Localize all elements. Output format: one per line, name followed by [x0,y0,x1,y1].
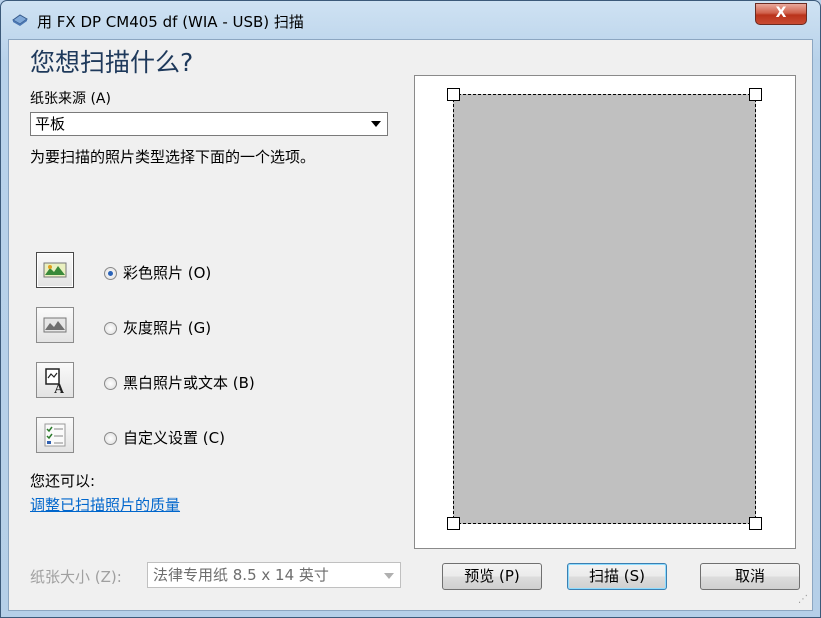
scanner-icon [12,14,28,26]
paper-size-value: 法律专用纸 8.5 x 14 英寸 [153,566,329,584]
crop-handle-bottom-left[interactable] [447,517,460,530]
scan-dialog: 用 FX DP CM405 df (WIA - USB) 扫描 X 您想扫描什么… [0,0,821,618]
color-photo-radio[interactable] [104,267,117,280]
window-title: 用 FX DP CM405 df (WIA - USB) 扫描 [37,13,304,31]
page-title: 您想扫描什么? [30,48,194,77]
scan-button[interactable]: 扫描 (S) [567,563,667,590]
bw-text-label[interactable]: 黑白照片或文本 (B) [123,372,255,393]
title-bar[interactable]: 用 FX DP CM405 df (WIA - USB) 扫描 X [1,1,820,39]
svg-text:A: A [54,382,65,397]
paper-source-dropdown[interactable]: 平板 [30,112,388,136]
resize-grip-icon[interactable]: ⋰ [798,594,808,605]
grayscale-photo-radio[interactable] [104,322,117,335]
grayscale-photo-label[interactable]: 灰度照片 (G) [123,317,211,338]
chevron-down-icon [384,573,394,579]
custom-settings-icon[interactable] [36,417,74,453]
paper-size-label: 纸张大小 (Z): [30,568,122,586]
instruction-text: 为要扫描的照片类型选择下面的一个选项。 [30,148,316,166]
color-photo-icon[interactable] [36,252,74,288]
custom-settings-label[interactable]: 自定义设置 (C) [123,427,225,448]
paper-size-dropdown: 法律专用纸 8.5 x 14 英寸 [147,562,401,588]
adjust-quality-link[interactable]: 调整已扫描照片的质量 [30,494,180,515]
bw-text-icon[interactable]: A [36,362,74,398]
close-button[interactable]: X [755,3,807,25]
scan-area[interactable] [453,94,756,524]
bw-text-radio[interactable] [104,377,117,390]
crop-handle-top-left[interactable] [447,88,460,101]
also-label: 您还可以: [30,472,96,490]
color-photo-label[interactable]: 彩色照片 (O) [123,262,211,283]
crop-handle-top-right[interactable] [749,88,762,101]
chevron-down-icon [371,121,381,127]
cancel-button[interactable]: 取消 [700,563,800,590]
custom-settings-radio[interactable] [104,432,117,445]
crop-handle-bottom-right[interactable] [749,517,762,530]
paper-source-label: 纸张来源 (A) [30,91,111,107]
grayscale-photo-icon[interactable] [36,307,74,343]
preview-button[interactable]: 预览 (P) [442,563,542,590]
paper-source-value: 平板 [35,115,66,133]
